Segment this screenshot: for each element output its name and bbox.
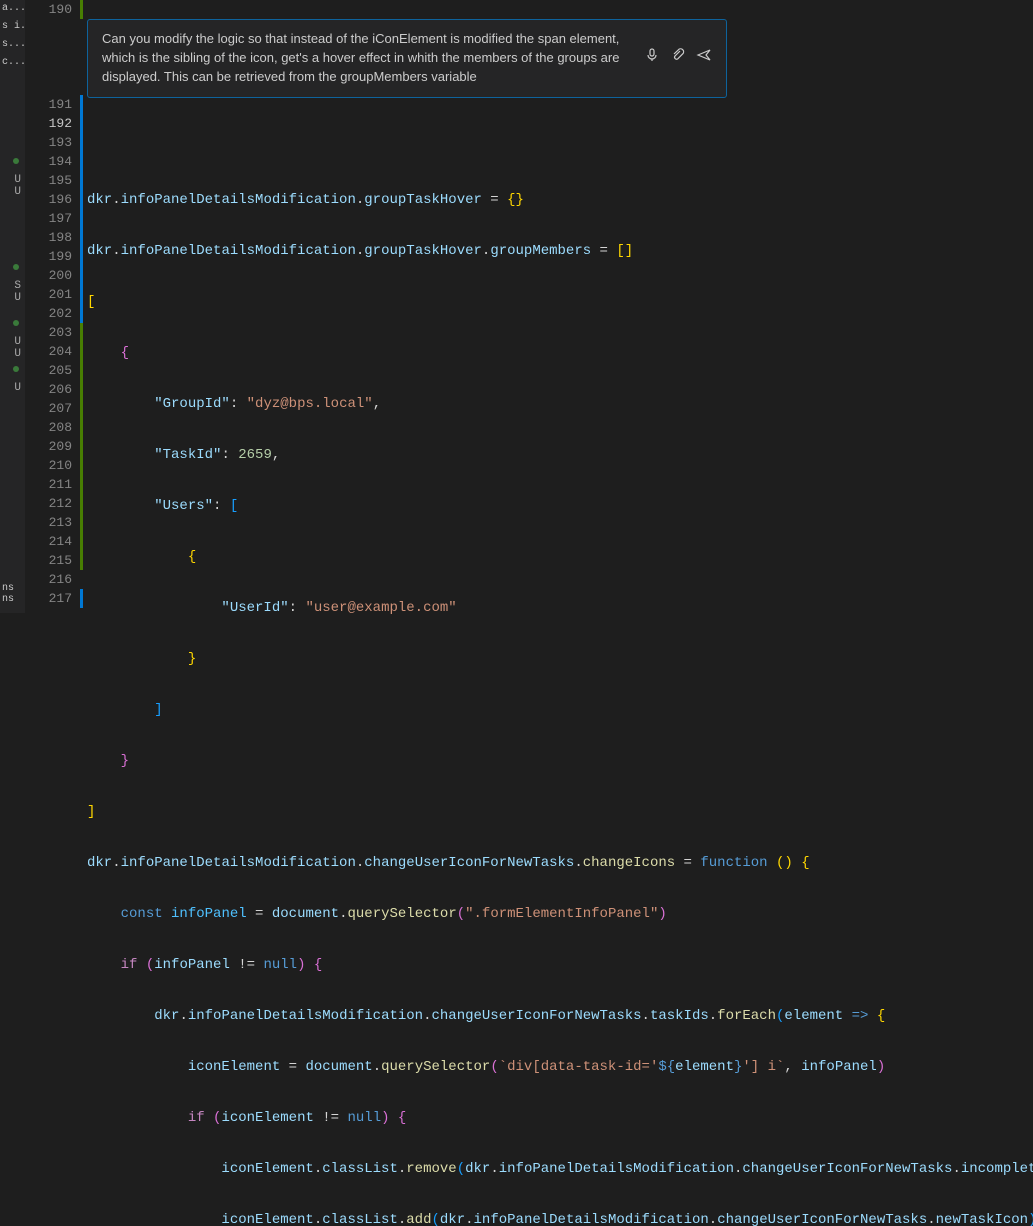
line-number: 206 bbox=[25, 380, 72, 399]
line-number: 208 bbox=[25, 418, 72, 437]
ai-prompt-text[interactable]: Can you modify the logic so that instead… bbox=[102, 30, 632, 87]
line-number: 213 bbox=[25, 513, 72, 532]
line-number: 201 bbox=[25, 285, 72, 304]
git-modified-dot bbox=[13, 320, 19, 326]
explorer-item[interactable]: ns bbox=[2, 594, 14, 605]
line-number: 190 bbox=[25, 0, 72, 19]
git-status-badge: U bbox=[14, 292, 21, 304]
line-number: 214 bbox=[25, 532, 72, 551]
explorer-item[interactable]: s... bbox=[0, 36, 25, 54]
code-line[interactable]: ] bbox=[87, 803, 1033, 822]
code-line[interactable]: "GroupId": "dyz@bps.local", bbox=[87, 395, 1033, 414]
code-line[interactable]: ] bbox=[87, 701, 1033, 720]
git-modified-dot bbox=[13, 264, 19, 270]
explorer-item[interactable]: a... bbox=[0, 0, 25, 18]
code-line[interactable]: "UserId": "user@example.com" bbox=[87, 599, 1033, 618]
code-line[interactable]: iconElement.classList.add(dkr.infoPanelD… bbox=[87, 1211, 1033, 1226]
line-number: 215 bbox=[25, 551, 72, 570]
line-number: 191 bbox=[25, 95, 72, 114]
git-status-badge: U bbox=[14, 348, 21, 360]
code-area[interactable]: //#region Group Task Hover dkr.infoPanel… bbox=[87, 0, 1033, 1226]
code-line[interactable]: { bbox=[87, 548, 1033, 567]
line-number: 217 bbox=[25, 589, 72, 608]
line-number: 211 bbox=[25, 475, 72, 494]
code-line[interactable]: dkr.infoPanelDetailsModification.groupTa… bbox=[87, 242, 1033, 261]
code-line[interactable]: "Users": [ bbox=[87, 497, 1033, 516]
line-number: 200 bbox=[25, 266, 72, 285]
line-number: 210 bbox=[25, 456, 72, 475]
ai-prompt-box[interactable]: Can you modify the logic so that instead… bbox=[87, 19, 727, 98]
code-line[interactable]: "TaskId": 2659, bbox=[87, 446, 1033, 465]
line-number: 202 bbox=[25, 304, 72, 323]
code-line[interactable]: iconElement = document.querySelector(`di… bbox=[87, 1058, 1033, 1077]
code-line[interactable]: { bbox=[87, 344, 1033, 363]
code-editor[interactable]: 190 191 192 193 194 195 196 197 198 199 … bbox=[25, 0, 1033, 613]
attachment-icon[interactable] bbox=[670, 47, 686, 69]
code-line[interactable]: const infoPanel = document.querySelector… bbox=[87, 905, 1033, 924]
git-status-badge: U bbox=[14, 174, 21, 186]
explorer-item[interactable]: s i... bbox=[0, 18, 25, 36]
code-line[interactable]: if (infoPanel != null) { bbox=[87, 956, 1033, 975]
line-number: 216 bbox=[25, 570, 72, 589]
git-modified-dot bbox=[13, 366, 19, 372]
explorer-item[interactable]: ns bbox=[2, 583, 14, 594]
line-number: 204 bbox=[25, 342, 72, 361]
line-number: 193 bbox=[25, 133, 72, 152]
code-line[interactable]: dkr.infoPanelDetailsModification.changeU… bbox=[87, 854, 1033, 873]
line-number: 209 bbox=[25, 437, 72, 456]
line-number: 205 bbox=[25, 361, 72, 380]
git-modified-dot bbox=[13, 158, 19, 164]
line-number: 194 bbox=[25, 152, 72, 171]
code-line[interactable]: dkr.infoPanelDetailsModification.groupTa… bbox=[87, 191, 1033, 210]
microphone-icon[interactable] bbox=[644, 47, 660, 69]
line-number: 207 bbox=[25, 399, 72, 418]
send-icon[interactable] bbox=[696, 47, 712, 69]
file-explorer-strip[interactable]: a... s i... s... c... U U S U U U U ns n… bbox=[0, 0, 25, 613]
line-number: 197 bbox=[25, 209, 72, 228]
code-line[interactable]: } bbox=[87, 650, 1033, 669]
line-number: 199 bbox=[25, 247, 72, 266]
git-status-badge: U bbox=[14, 336, 21, 348]
code-line[interactable]: iconElement.classList.remove(dkr.infoPan… bbox=[87, 1160, 1033, 1179]
line-number: 212 bbox=[25, 494, 72, 513]
line-number: 195 bbox=[25, 171, 72, 190]
line-number: 203 bbox=[25, 323, 72, 342]
code-line[interactable]: [ bbox=[87, 293, 1033, 312]
git-status-badge: U bbox=[14, 186, 21, 198]
code-line[interactable]: } bbox=[87, 752, 1033, 771]
code-line[interactable]: dkr.infoPanelDetailsModification.changeU… bbox=[87, 1007, 1033, 1026]
code-line[interactable]: if (iconElement != null) { bbox=[87, 1109, 1033, 1128]
line-number: 196 bbox=[25, 190, 72, 209]
diff-indicator-bar bbox=[80, 0, 83, 613]
line-number: 198 bbox=[25, 228, 72, 247]
git-status-badge: S bbox=[14, 280, 21, 292]
git-status-badge: U bbox=[14, 382, 21, 394]
explorer-item[interactable]: c... bbox=[0, 54, 25, 72]
line-number: 192 bbox=[25, 114, 72, 133]
line-number-gutter: 190 191 192 193 194 195 196 197 198 199 … bbox=[25, 0, 80, 613]
